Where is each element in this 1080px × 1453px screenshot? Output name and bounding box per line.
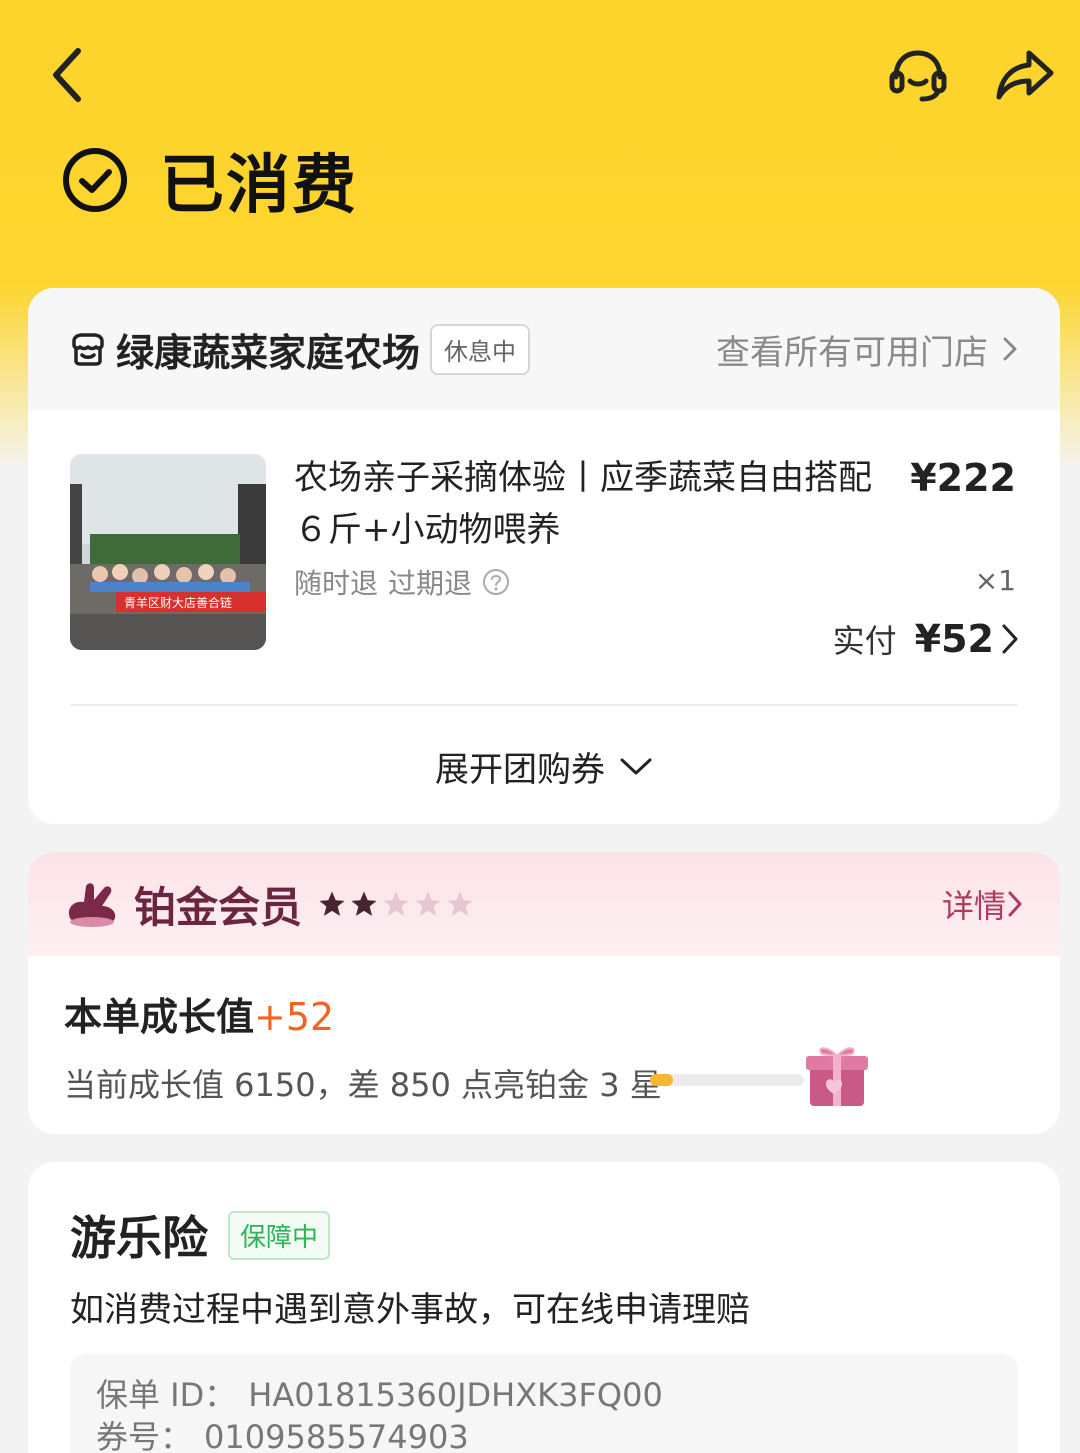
- chevron-down-icon: [620, 758, 652, 775]
- check-circle-icon: [63, 148, 127, 212]
- headset-icon: [889, 50, 947, 102]
- order-growth: 本单成长值+52: [64, 986, 334, 1041]
- product-row[interactable]: 青羊区财大店善合链 农场亲子采摘体验丨应季蔬菜自由搭配６斤+小动物喂养 ¥222…: [28, 410, 1060, 704]
- back-button[interactable]: [38, 42, 98, 108]
- insurance-card[interactable]: 游乐险 保障中 如消费过程中遇到意外事故，可在线申请理赔 保单 ID： HA018…: [28, 1162, 1060, 1453]
- status-title: 已消费: [160, 149, 358, 223]
- help-icon[interactable]: [482, 568, 510, 596]
- product-photo: 青羊区财大店善合链: [70, 454, 266, 650]
- policy-id-label: 保单 ID：: [96, 1376, 237, 1414]
- store-header: 绿康蔬菜家庭农场 休息中 查看所有可用门店: [28, 288, 1060, 410]
- growth-progress-bar: [650, 1074, 804, 1086]
- expand-coupons-label: 展开团购券: [435, 749, 605, 790]
- store-status-badge: 休息中: [430, 323, 531, 375]
- order-status: 已消费: [62, 140, 358, 223]
- growth-label: 本单成长值: [64, 995, 255, 1039]
- order-card: 绿康蔬菜家庭农场 休息中 查看所有可用门店 青羊区财大店善合链 农场亲子采摘体验…: [28, 288, 1060, 824]
- policy-id-row: 保单 ID： HA01815360JDHXK3FQ00: [96, 1374, 992, 1416]
- star-empty-icon: [447, 891, 473, 916]
- policy-id-value: HA01815360JDHXK3FQ00: [248, 1376, 663, 1414]
- growth-value: +52: [254, 995, 335, 1039]
- member-logo-icon: [68, 883, 116, 927]
- star-empty-icon: [415, 891, 441, 916]
- coupon-no-label: 券号：: [96, 1418, 193, 1453]
- store-name[interactable]: 绿康蔬菜家庭农场: [116, 322, 420, 377]
- expand-coupons-button[interactable]: 展开团购券: [28, 708, 1060, 824]
- top-bar: [0, 30, 1080, 120]
- insurance-header: 游乐险 保障中: [70, 1202, 331, 1268]
- refund-tags: 随时退 过期退: [294, 562, 510, 602]
- member-detail-link[interactable]: 详情: [942, 881, 1024, 927]
- paid-label: 实付: [832, 622, 897, 660]
- coupon-no-row: 券号： 0109585574903: [96, 1416, 992, 1453]
- membership-card: 铂金会员 详情 本单成长值+52 当前成长值 6150，差 850 点亮铂金 3…: [28, 852, 1060, 1134]
- chevron-right-icon: [1002, 624, 1018, 654]
- gift-icon[interactable]: [804, 1038, 870, 1108]
- paid-amount-row[interactable]: 实付 ¥52: [833, 616, 1020, 662]
- paid-amount: ¥52: [914, 617, 994, 661]
- member-detail-label: 详情: [941, 887, 1006, 925]
- member-tier: 铂金会员: [134, 882, 303, 932]
- view-all-stores-link[interactable]: 查看所有可用门店: [716, 325, 1018, 374]
- customer-service-button[interactable]: [880, 42, 956, 108]
- product-price: ¥222: [910, 456, 1016, 500]
- product-thumbnail[interactable]: 青羊区财大店善合链: [70, 454, 266, 650]
- divider: [70, 704, 1018, 706]
- thumb-banner-text: 青羊区财大店善合链: [124, 595, 232, 610]
- share-button[interactable]: [986, 42, 1062, 108]
- star-filled-icon: [351, 891, 377, 916]
- membership-body: 本单成长值+52 当前成长值 6150，差 850 点亮铂金 3 星: [28, 956, 1060, 1134]
- refund-tag-anytime: 随时退: [294, 567, 379, 600]
- membership-header: 铂金会员 详情: [28, 852, 1060, 956]
- growth-progress-fill: [650, 1074, 674, 1086]
- member-stars: [316, 889, 476, 919]
- chevron-left-icon: [53, 48, 81, 102]
- coupon-no-value: 0109585574903: [204, 1418, 469, 1453]
- product-title[interactable]: 农场亲子采摘体验丨应季蔬菜自由搭配６斤+小动物喂养: [294, 452, 894, 556]
- star-filled-icon: [319, 891, 345, 916]
- store-icon: [72, 333, 104, 366]
- product-quantity: ×1: [974, 564, 1016, 597]
- insurance-description: 如消费过程中遇到意外事故，可在线申请理赔: [70, 1290, 750, 1330]
- refund-tag-expired: 过期退: [388, 567, 473, 600]
- view-all-stores-label: 查看所有可用门店: [716, 332, 988, 373]
- growth-progress-text: 当前成长值 6150，差 850 点亮铂金 3 星: [64, 1066, 662, 1104]
- star-empty-icon: [383, 891, 409, 916]
- share-icon: [996, 50, 1054, 100]
- chevron-right-icon: [1008, 891, 1022, 917]
- chevron-right-icon: [1003, 337, 1017, 361]
- insurance-info-box: 保单 ID： HA01815360JDHXK3FQ00 券号： 0109585574…: [70, 1354, 1018, 1453]
- insurance-status-badge: 保障中: [228, 1210, 331, 1260]
- insurance-title: 游乐险: [70, 1211, 208, 1265]
